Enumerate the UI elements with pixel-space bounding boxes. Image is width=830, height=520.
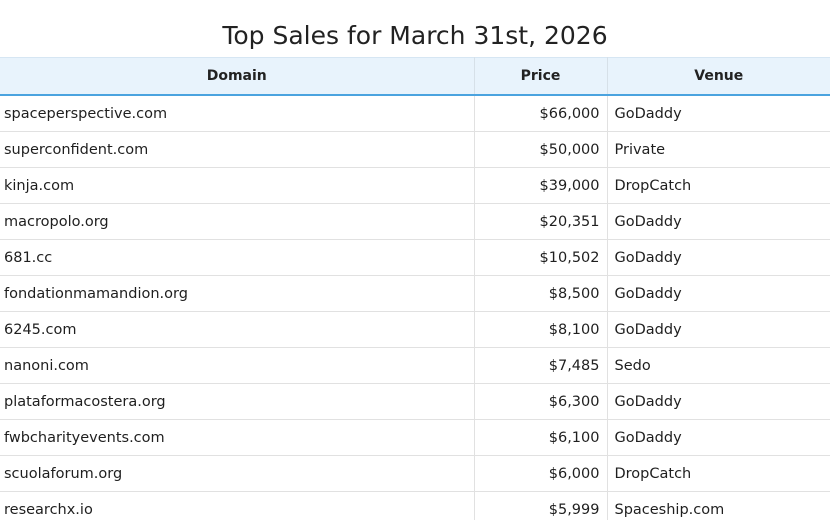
price-cell: $8,100 — [474, 311, 608, 348]
table-row: plataformacostera.org $6,300 GoDaddy — [0, 383, 830, 420]
domain-cell: fwbcharityevents.com — [0, 419, 475, 456]
table-row: fwbcharityevents.com $6,100 GoDaddy — [0, 419, 830, 456]
table-row: macropolo.org $20,351 GoDaddy — [0, 203, 830, 240]
table-row: kinja.com $39,000 DropCatch — [0, 167, 830, 204]
page-title: Top Sales for March 31st, 2026 — [222, 20, 608, 50]
venue-cell: Private — [607, 131, 830, 168]
venue-cell: GoDaddy — [607, 275, 830, 312]
domain-cell: nanoni.com — [0, 347, 475, 384]
price-cell: $39,000 — [474, 167, 608, 204]
sales-page: Top Sales for March 31st, 2026 Domain Pr… — [0, 0, 830, 520]
table-row: nanoni.com $7,485 Sedo — [0, 347, 830, 384]
venue-cell: GoDaddy — [607, 203, 830, 240]
domain-cell: 681.cc — [0, 239, 475, 276]
domain-cell: fondationmamandion.org — [0, 275, 475, 312]
price-cell: $5,999 — [474, 491, 608, 520]
price-cell: $50,000 — [474, 131, 608, 168]
domain-cell: spaceperspective.com — [0, 95, 475, 132]
venue-cell: DropCatch — [607, 455, 830, 492]
price-cell: $6,100 — [474, 419, 608, 456]
venue-cell: GoDaddy — [607, 311, 830, 348]
table-header: Domain Price Venue — [0, 57, 830, 96]
domain-cell: plataformacostera.org — [0, 383, 475, 420]
venue-cell: GoDaddy — [607, 239, 830, 276]
column-header-venue[interactable]: Venue — [607, 57, 830, 96]
price-cell: $6,300 — [474, 383, 608, 420]
venue-cell: GoDaddy — [607, 95, 830, 132]
price-cell: $7,485 — [474, 347, 608, 384]
price-cell: $6,000 — [474, 455, 608, 492]
price-cell: $10,502 — [474, 239, 608, 276]
table-row: fondationmamandion.org $8,500 GoDaddy — [0, 275, 830, 312]
table-row: spaceperspective.com $66,000 GoDaddy — [0, 95, 830, 132]
price-cell: $66,000 — [474, 95, 608, 132]
table-row: researchx.io $5,999 Spaceship.com — [0, 491, 830, 520]
table-row: scuolaforum.org $6,000 DropCatch — [0, 455, 830, 492]
table-header-row: Domain Price Venue — [0, 57, 830, 96]
table-body: spaceperspective.com $66,000 GoDaddy sup… — [0, 95, 830, 520]
domain-cell: scuolaforum.org — [0, 455, 475, 492]
venue-cell: DropCatch — [607, 167, 830, 204]
column-header-domain[interactable]: Domain — [0, 57, 475, 96]
venue-cell: Spaceship.com — [607, 491, 830, 520]
price-cell: $8,500 — [474, 275, 608, 312]
venue-cell: GoDaddy — [607, 419, 830, 456]
domain-cell: 6245.com — [0, 311, 475, 348]
domain-cell: macropolo.org — [0, 203, 475, 240]
table-row: superconfident.com $50,000 Private — [0, 131, 830, 168]
sales-table-container: Domain Price Venue spaceperspective.com … — [0, 57, 830, 520]
domain-cell: kinja.com — [0, 167, 475, 204]
venue-cell: GoDaddy — [607, 383, 830, 420]
table-row: 6245.com $8,100 GoDaddy — [0, 311, 830, 348]
table-row: 681.cc $10,502 GoDaddy — [0, 239, 830, 276]
domain-cell: researchx.io — [0, 491, 475, 520]
venue-cell: Sedo — [607, 347, 830, 384]
sales-table: Domain Price Venue spaceperspective.com … — [0, 57, 830, 520]
domain-cell: superconfident.com — [0, 131, 475, 168]
price-cell: $20,351 — [474, 203, 608, 240]
column-header-price[interactable]: Price — [474, 57, 608, 96]
